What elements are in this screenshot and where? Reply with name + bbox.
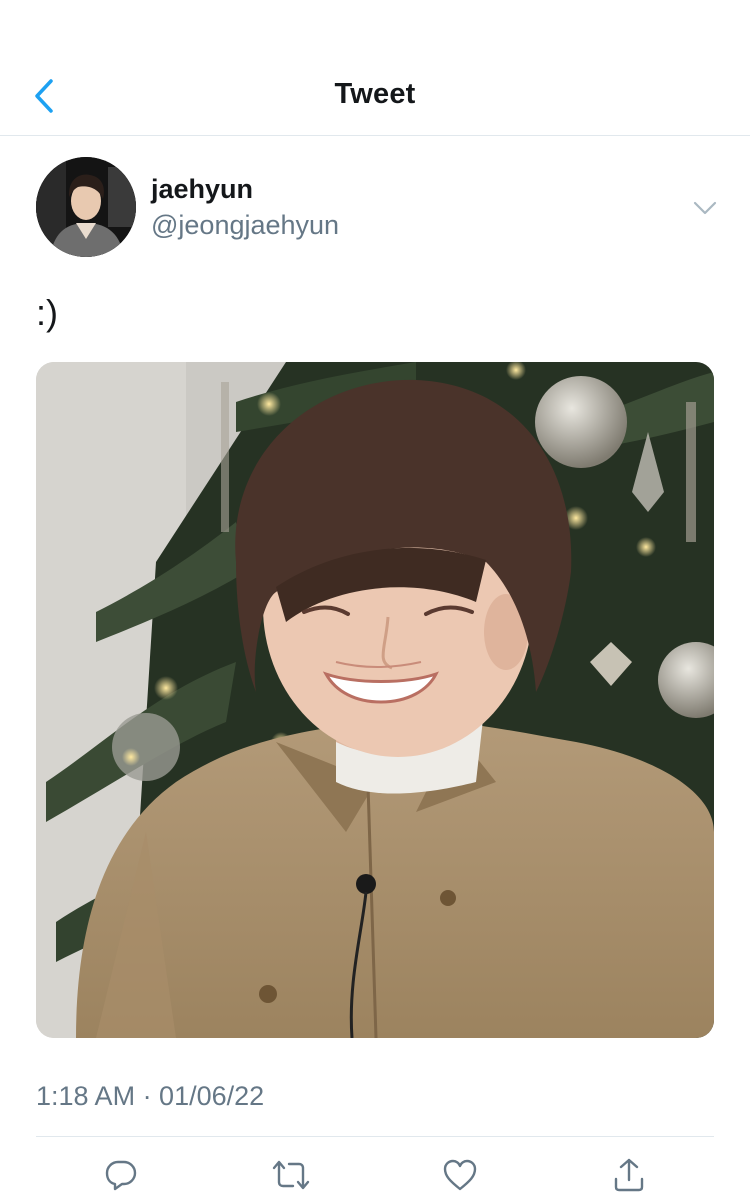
user-handle[interactable]: @jeongjaehyun xyxy=(151,210,339,241)
chevron-down-icon xyxy=(693,201,717,215)
share-icon xyxy=(614,1158,644,1192)
like-icon xyxy=(443,1159,477,1191)
tweet-action-bar xyxy=(0,1145,750,1200)
reply-button[interactable] xyxy=(97,1151,145,1199)
divider xyxy=(36,1136,714,1137)
top-nav-bar: Tweet xyxy=(0,0,750,136)
retweet-icon xyxy=(272,1160,310,1190)
reply-icon xyxy=(105,1160,137,1191)
like-button[interactable] xyxy=(436,1151,484,1199)
page-title: Tweet xyxy=(334,78,416,110)
display-name[interactable]: jaehyun xyxy=(151,174,253,205)
tweet-menu-button[interactable] xyxy=(688,193,722,223)
tweet-text: :) xyxy=(36,292,58,333)
tweet-media-photo[interactable] xyxy=(36,362,714,1038)
avatar[interactable] xyxy=(36,157,136,257)
tweet-timestamp: 1:18 AM · 01/06/22 xyxy=(36,1081,265,1111)
share-button[interactable] xyxy=(605,1151,653,1199)
retweet-button[interactable] xyxy=(267,1151,315,1199)
